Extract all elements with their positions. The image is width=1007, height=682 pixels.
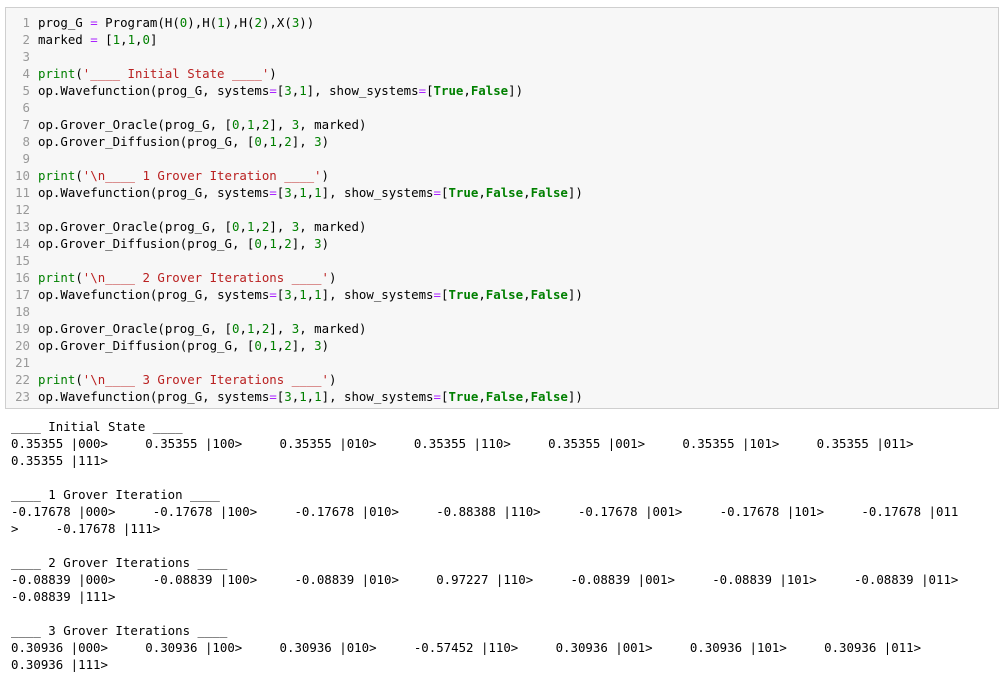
code-line[interactable]: 22 print('\n____ 3 Grover Iterations ____… bbox=[6, 371, 336, 388]
line-number: 13 bbox=[15, 219, 30, 234]
line-number: 23 bbox=[15, 389, 30, 404]
output-line: ____ 2 Grover Iterations ____ bbox=[11, 555, 228, 570]
code-line[interactable]: 15 bbox=[6, 252, 38, 269]
line-number: 11 bbox=[15, 185, 30, 200]
line-number: 14 bbox=[15, 236, 30, 251]
line-number: 5 bbox=[22, 83, 30, 98]
line-number: 22 bbox=[15, 372, 30, 387]
code-line[interactable]: 10 print('\n____ 1 Grover Iteration ____'… bbox=[6, 167, 329, 184]
code-line[interactable]: 17 op.Wavefunction(prog_G, systems=[3,1,1… bbox=[6, 286, 583, 303]
code-text: print('____ Initial State ____') bbox=[38, 66, 277, 81]
code-line[interactable]: 18 bbox=[6, 303, 38, 320]
output-line: ____ Initial State ____ bbox=[11, 419, 183, 434]
code-text: op.Grover_Diffusion(prog_G, [0,1,2], 3) bbox=[38, 338, 330, 353]
code-line[interactable]: 4 print('____ Initial State ____') bbox=[6, 65, 277, 82]
line-number: 15 bbox=[15, 253, 30, 268]
code-line[interactable]: 6 bbox=[6, 99, 38, 116]
code-text: op.Grover_Diffusion(prog_G, [0,1,2], 3) bbox=[38, 134, 330, 149]
output-line: 0.30936 |111> bbox=[11, 657, 108, 672]
line-number: 9 bbox=[22, 151, 30, 166]
code-line[interactable]: 12 bbox=[6, 201, 38, 218]
output-line: > -0.17678 |111> bbox=[11, 521, 161, 536]
code-line[interactable]: 9 bbox=[6, 150, 38, 167]
code-text: print('\n____ 1 Grover Iteration ____') bbox=[38, 168, 329, 183]
line-number: 10 bbox=[15, 168, 30, 183]
code-line[interactable]: 7 op.Grover_Oracle(prog_G, [0,1,2], 3, ma… bbox=[6, 116, 367, 133]
code-cell-input[interactable]: 1 prog_G = Program(H(0),H(1),H(2),X(3)) 2 m… bbox=[5, 7, 999, 409]
code-text: op.Grover_Oracle(prog_G, [0,1,2], 3, mar… bbox=[38, 219, 367, 234]
code-text: prog_G = Program(H(0),H(1),H(2),X(3)) bbox=[38, 15, 315, 30]
line-number: 12 bbox=[15, 202, 30, 217]
output-line: 0.30936 |000> 0.30936 |100> 0.30936 |010… bbox=[11, 640, 922, 655]
code-text: op.Grover_Diffusion(prog_G, [0,1,2], 3) bbox=[38, 236, 330, 251]
line-number: 3 bbox=[22, 49, 30, 64]
line-number: 4 bbox=[22, 66, 30, 81]
code-line[interactable]: 5 op.Wavefunction(prog_G, systems=[3,1], … bbox=[6, 82, 524, 99]
code-line[interactable]: 1 prog_G = Program(H(0),H(1),H(2),X(3)) bbox=[6, 14, 315, 31]
line-number: 20 bbox=[15, 338, 30, 353]
code-line[interactable]: 23 op.Wavefunction(prog_G, systems=[3,1,1… bbox=[6, 388, 583, 405]
code-text: op.Wavefunction(prog_G, systems=[3,1,1],… bbox=[38, 185, 583, 200]
output-line: ____ 1 Grover Iteration ____ bbox=[11, 487, 220, 502]
line-number: 7 bbox=[22, 117, 30, 132]
code-line[interactable]: 21 bbox=[6, 354, 38, 371]
line-number: 19 bbox=[15, 321, 30, 336]
code-line[interactable]: 11 op.Wavefunction(prog_G, systems=[3,1,1… bbox=[6, 184, 583, 201]
code-text: op.Wavefunction(prog_G, systems=[3,1], s… bbox=[38, 83, 524, 98]
code-text: op.Grover_Oracle(prog_G, [0,1,2], 3, mar… bbox=[38, 321, 367, 336]
code-line[interactable]: 13 op.Grover_Oracle(prog_G, [0,1,2], 3, m… bbox=[6, 218, 366, 235]
output-line: 0.35355 |111> bbox=[11, 453, 108, 468]
line-number: 2 bbox=[22, 32, 30, 47]
code-line[interactable]: 16 print('\n____ 2 Grover Iterations ____… bbox=[6, 269, 336, 286]
line-number: 6 bbox=[22, 100, 30, 115]
code-line[interactable]: 20 op.Grover_Diffusion(prog_G, [0,1,2], 3… bbox=[6, 337, 329, 354]
output-line: -0.08839 |000> -0.08839 |100> -0.08839 |… bbox=[11, 572, 959, 587]
code-text: marked = [1,1,0] bbox=[38, 32, 158, 47]
line-number: 18 bbox=[15, 304, 30, 319]
output-line: ____ 3 Grover Iterations ____ bbox=[11, 623, 228, 638]
code-text: print('\n____ 2 Grover Iterations ____') bbox=[38, 270, 337, 285]
output-line: -0.08839 |111> bbox=[11, 589, 116, 604]
output-line: 0.35355 |000> 0.35355 |100> 0.35355 |010… bbox=[11, 436, 914, 451]
line-number: 16 bbox=[15, 270, 30, 285]
line-number: 17 bbox=[15, 287, 30, 302]
code-line[interactable]: 3 bbox=[6, 48, 38, 65]
code-line[interactable]: 2 marked = [1,1,0] bbox=[6, 31, 158, 48]
line-number: 21 bbox=[15, 355, 30, 370]
output-line: -0.17678 |000> -0.17678 |100> -0.17678 |… bbox=[11, 504, 959, 519]
code-text: op.Wavefunction(prog_G, systems=[3,1,1],… bbox=[38, 287, 583, 302]
line-number: 1 bbox=[22, 15, 30, 30]
code-text: op.Wavefunction(prog_G, systems=[3,1,1],… bbox=[38, 389, 583, 404]
code-line[interactable]: 14 op.Grover_Diffusion(prog_G, [0,1,2], 3… bbox=[6, 235, 329, 252]
code-text: op.Grover_Oracle(prog_G, [0,1,2], 3, mar… bbox=[38, 117, 367, 132]
code-text: print('\n____ 3 Grover Iterations ____') bbox=[38, 372, 337, 387]
line-number: 8 bbox=[22, 134, 30, 149]
code-line[interactable]: 19 op.Grover_Oracle(prog_G, [0,1,2], 3, m… bbox=[6, 320, 366, 337]
code-line[interactable]: 8 op.Grover_Diffusion(prog_G, [0,1,2], 3) bbox=[6, 133, 330, 150]
